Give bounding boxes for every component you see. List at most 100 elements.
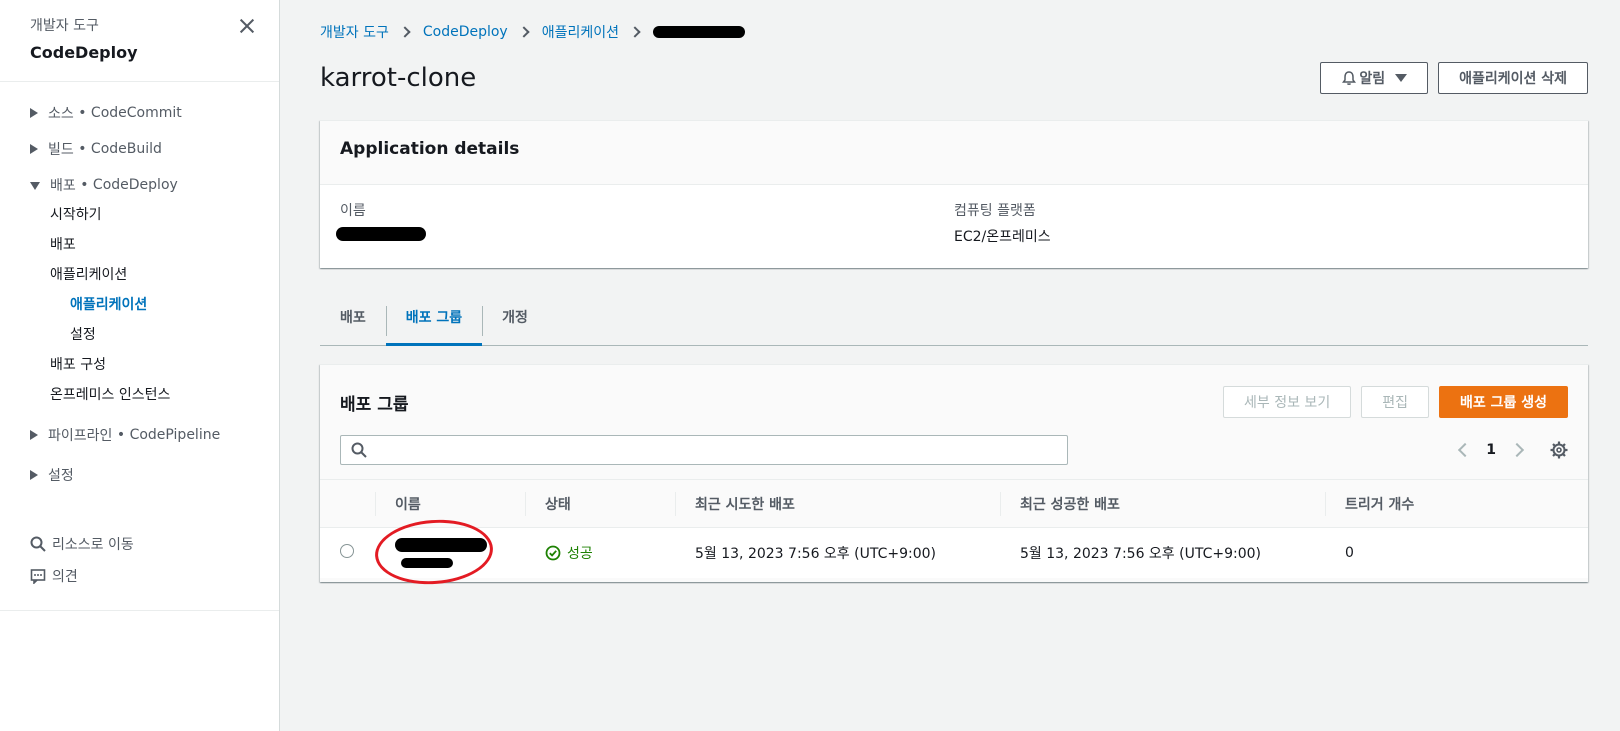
feedback-link[interactable]: 의견	[0, 560, 279, 592]
section-name: 소스	[48, 106, 74, 122]
sidebar-item-applications-group[interactable]: 애플리케이션	[0, 260, 279, 290]
chevron-right-icon	[399, 26, 411, 38]
view-details-button[interactable]: 세부 정보 보기	[1223, 386, 1352, 418]
delete-application-button[interactable]: 애플리케이션 삭제	[1438, 62, 1588, 94]
sidebar-item-deployment-configs[interactable]: 배포 구성	[0, 350, 279, 380]
sidebar-section-source[interactable]: 소스 • CodeCommit	[0, 102, 279, 124]
breadcrumb-codedeploy[interactable]: CodeDeploy	[423, 24, 508, 40]
column-header-trigger-count[interactable]: 트리거 개수	[1325, 479, 1588, 528]
close-icon[interactable]	[237, 16, 257, 36]
sidebar-item-app-settings[interactable]: 설정	[0, 320, 279, 350]
go-to-resource-link[interactable]: 리소스로 이동	[0, 528, 279, 560]
caret-right-icon	[30, 144, 38, 154]
sidebar-section-settings[interactable]: 설정	[0, 464, 279, 486]
create-deployment-group-button[interactable]: 배포 그룹 생성	[1438, 386, 1568, 418]
table-header-row: 이름 상태 최근 시도한 배포 최근 성공한 배포 트리거 개수	[320, 479, 1588, 528]
section-service: • CodeBuild	[78, 141, 162, 157]
tab-deployments[interactable]: 배포	[320, 298, 386, 346]
notify-button[interactable]: 알림	[1320, 62, 1429, 94]
groups-header: 배포 그룹 세부 정보 보기 편집 배포 그룹 생성	[320, 365, 1588, 419]
gear-icon[interactable]	[1550, 441, 1568, 459]
details-header: Application details	[320, 121, 1588, 185]
search-icon	[351, 442, 367, 458]
search-box	[340, 435, 1068, 465]
sidebar-title[interactable]: CodeDeploy	[30, 42, 249, 64]
breadcrumb-applications[interactable]: 애플리케이션	[542, 22, 619, 42]
search-icon	[30, 536, 46, 552]
bell-icon	[1342, 71, 1357, 85]
sidebar-item-deployments[interactable]: 배포	[0, 230, 279, 260]
column-header-last-attempt[interactable]: 최근 시도한 배포	[675, 479, 1000, 528]
page-title: karrot-clone	[320, 63, 477, 93]
sidebar-section-deploy[interactable]: 배포 • CodeDeploy	[0, 174, 279, 196]
status-cell: 성공	[525, 527, 675, 578]
caret-right-icon	[30, 108, 38, 118]
chevron-right-icon	[518, 26, 530, 38]
trigger-count-cell: 0	[1325, 527, 1588, 578]
status-text: 성공	[567, 545, 593, 562]
notify-label: 알림	[1359, 71, 1386, 87]
status-success: 성공	[545, 543, 655, 563]
groups-actions: 세부 정보 보기 편집 배포 그룹 생성	[1223, 386, 1568, 418]
breadcrumb-developer-tools[interactable]: 개발자 도구	[320, 22, 389, 42]
name-field: 이름	[336, 201, 954, 247]
tab-bar: 배포 배포 그룹 개정	[320, 298, 1588, 346]
chevron-left-icon[interactable]	[1458, 442, 1473, 458]
sidebar-item-onprem-instances[interactable]: 온프레미스 인스턴스	[0, 380, 279, 410]
check-circle-icon	[545, 545, 561, 561]
deployment-groups-panel: 배포 그룹 세부 정보 보기 편집 배포 그룹 생성 1 이름 상태 최근 시도…	[320, 364, 1588, 589]
main-content: 개발자 도구 CodeDeploy 애플리케이션 karrot-clone 알림…	[320, 0, 1588, 589]
groups-toolbar: 1	[320, 419, 1588, 465]
side-navigation: 개발자 도구 CodeDeploy 소스 • CodeCommit 빌드 • C…	[0, 0, 280, 731]
platform-label: 컴퓨팅 플랫폼	[954, 203, 1036, 219]
caret-down-icon	[1395, 74, 1408, 82]
section-service: • CodeCommit	[78, 105, 182, 121]
section-name: 파이프라인	[48, 428, 113, 444]
sidebar-supertitle: 개발자 도구	[30, 18, 99, 34]
sidebar-section-build[interactable]: 빌드 • CodeBuild	[0, 138, 279, 160]
section-name: 빌드	[48, 142, 74, 158]
edit-button[interactable]: 편집	[1361, 386, 1429, 418]
sidebar-item-getting-started[interactable]: 시작하기	[0, 200, 279, 230]
caret-right-icon	[30, 430, 38, 440]
name-value	[336, 227, 954, 247]
pagination: 1	[1458, 442, 1525, 458]
sidebar-nav: 소스 • CodeCommit 빌드 • CodeBuild 배포 • Code…	[0, 82, 279, 611]
sidebar-section-pipeline[interactable]: 파이프라인 • CodePipeline	[0, 424, 279, 446]
details-body: 이름 컴퓨팅 플랫폼 EC2/온프레미스	[320, 185, 1588, 263]
feedback-label: 의견	[52, 569, 78, 585]
platform-value: EC2/온프레미스	[954, 229, 1051, 245]
application-details-panel: Application details 이름 컴퓨팅 플랫폼 EC2/온프레미스	[320, 120, 1588, 268]
groups-title: 배포 그룹	[340, 394, 409, 415]
last-success-cell: 5월 13, 2023 7:56 오후 (UTC+9:00)	[1000, 527, 1325, 578]
sidebar-item-applications[interactable]: 애플리케이션	[0, 290, 279, 320]
caret-down-icon	[30, 182, 40, 190]
section-service: • CodePipeline	[116, 427, 221, 443]
last-attempt-cell: 5월 13, 2023 7:56 오후 (UTC+9:00)	[675, 527, 1000, 578]
table-row[interactable]: 성공 5월 13, 2023 7:56 오후 (UTC+9:00) 5월 13,…	[320, 515, 1588, 589]
section-name: 설정	[48, 468, 74, 484]
redacted-name	[336, 227, 426, 241]
page-header: karrot-clone 알림 애플리케이션 삭제	[320, 58, 1588, 98]
deployment-groups-table: 이름 상태 최근 시도한 배포 최근 성공한 배포 트리거 개수 성공 5월 1…	[320, 479, 1588, 589]
breadcrumb: 개발자 도구 CodeDeploy 애플리케이션	[320, 20, 1588, 44]
search-input[interactable]	[375, 437, 1067, 463]
caret-right-icon	[30, 470, 38, 480]
name-label: 이름	[340, 203, 366, 219]
platform-field: 컴퓨팅 플랫폼 EC2/온프레미스	[954, 201, 1568, 247]
column-header-last-success[interactable]: 최근 성공한 배포	[1000, 479, 1325, 528]
current-page[interactable]: 1	[1486, 442, 1496, 458]
tab-revisions[interactable]: 개정	[482, 298, 548, 346]
section-service: • CodeDeploy	[80, 177, 178, 193]
tab-deployment-groups[interactable]: 배포 그룹	[385, 298, 483, 346]
select-column-header	[320, 479, 375, 528]
details-title: Application details	[340, 139, 520, 159]
row-radio[interactable]	[340, 543, 354, 558]
chevron-right-icon[interactable]	[1509, 442, 1525, 458]
red-annotation-circle	[372, 515, 496, 589]
go-to-resource-label: 리소스로 이동	[52, 537, 134, 553]
column-header-status[interactable]: 상태	[525, 479, 675, 528]
section-name: 배포	[50, 178, 76, 194]
sidebar-header: 개발자 도구 CodeDeploy	[0, 0, 279, 82]
chevron-right-icon	[629, 26, 641, 38]
